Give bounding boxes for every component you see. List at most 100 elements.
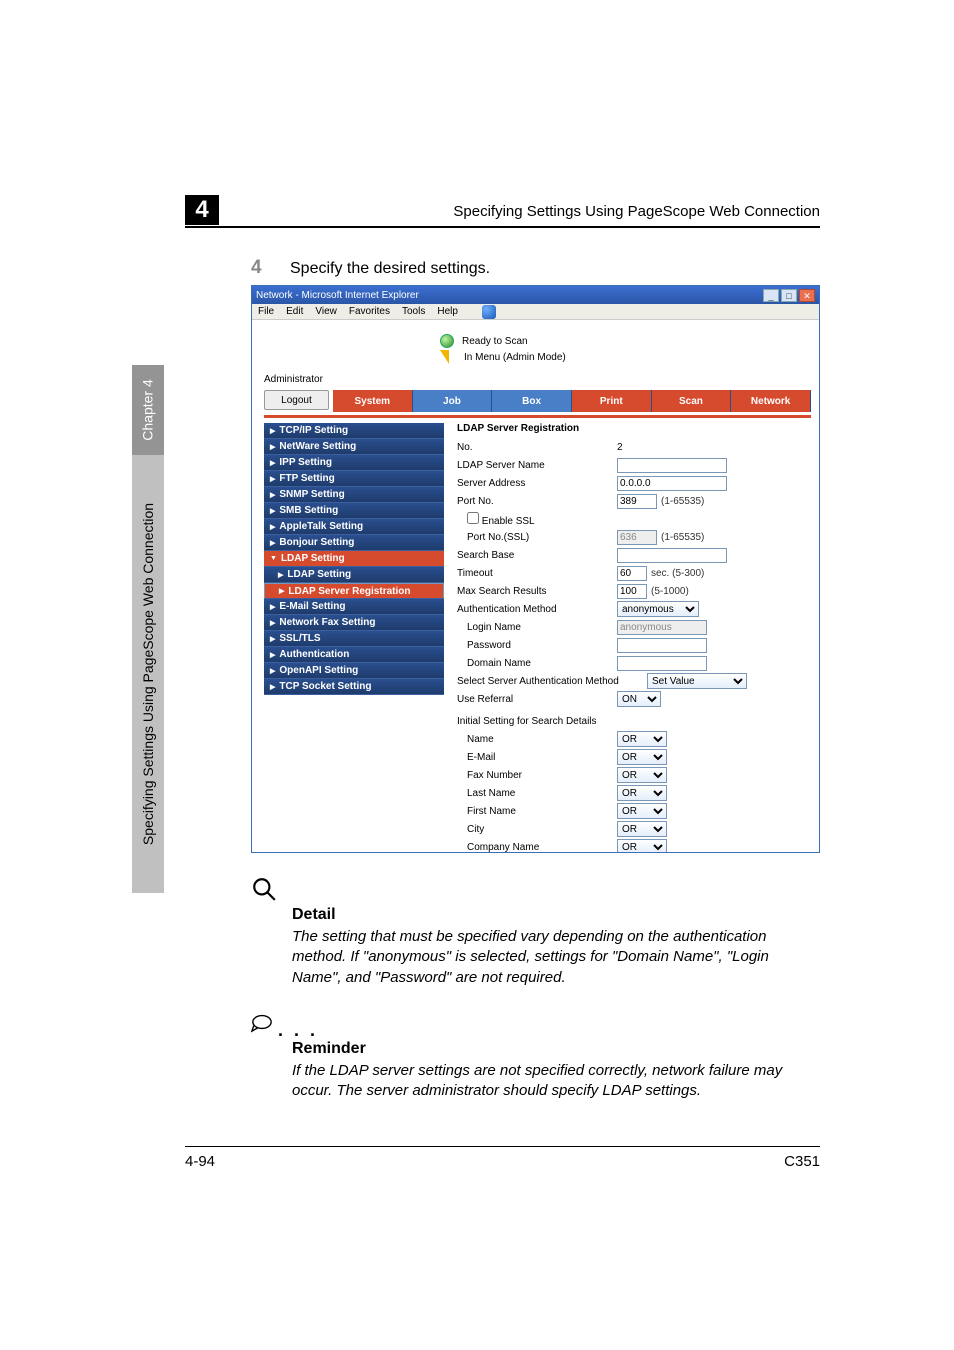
detail-company-select[interactable]: OR bbox=[617, 839, 667, 852]
nav-ssl[interactable]: SSL/TLS bbox=[264, 631, 444, 647]
no-label: No. bbox=[457, 442, 617, 453]
tab-job[interactable]: Job bbox=[413, 390, 493, 412]
reminder-icon bbox=[251, 1011, 277, 1037]
detail-email-select[interactable]: OR bbox=[617, 749, 667, 765]
side-chapter-tab: Chapter 4 bbox=[132, 365, 164, 455]
domain-input[interactable] bbox=[617, 656, 707, 671]
server-addr-input[interactable] bbox=[617, 476, 727, 491]
detail-body: The setting that must be specified vary … bbox=[292, 927, 822, 988]
status-ready-icon bbox=[440, 334, 454, 348]
port-input[interactable] bbox=[617, 494, 657, 509]
detail-name-select[interactable]: OR bbox=[617, 731, 667, 747]
detail-fax-label: Fax Number bbox=[457, 770, 617, 781]
nav-bonjour[interactable]: Bonjour Setting bbox=[264, 535, 444, 551]
detail-firstname-label: First Name bbox=[457, 806, 617, 817]
enable-ssl-label: Enable SSL bbox=[482, 516, 535, 527]
timeout-input[interactable] bbox=[617, 566, 647, 581]
admin-mode-label: Administrator bbox=[264, 374, 323, 385]
port-label: Port No. bbox=[457, 496, 617, 507]
maximize-button[interactable]: □ bbox=[781, 289, 797, 302]
port-ssl-range: (1-65535) bbox=[661, 532, 704, 543]
logout-button[interactable]: Logout bbox=[264, 390, 329, 410]
password-label: Password bbox=[457, 640, 617, 651]
server-name-input[interactable] bbox=[617, 458, 727, 473]
use-referral-label: Use Referral bbox=[457, 694, 617, 705]
detail-city-select[interactable]: OR bbox=[617, 821, 667, 837]
select-auth-select[interactable]: Set Value bbox=[647, 673, 747, 689]
port-range: (1-65535) bbox=[661, 496, 704, 507]
tab-network[interactable]: Network bbox=[731, 390, 811, 412]
nav-netware[interactable]: NetWare Setting bbox=[264, 439, 444, 455]
minimize-button[interactable]: _ bbox=[763, 289, 779, 302]
auth-method-select[interactable]: anonymous bbox=[617, 601, 699, 617]
nav-auth[interactable]: Authentication bbox=[264, 647, 444, 663]
search-base-label: Search Base bbox=[457, 550, 617, 561]
screenshot-window: Network - Microsoft Internet Explorer _ … bbox=[251, 285, 820, 853]
reminder-body: If the LDAP server settings are not spec… bbox=[292, 1061, 822, 1102]
side-nav: TCP/IP Setting NetWare Setting IPP Setti… bbox=[264, 423, 444, 695]
login-name-input bbox=[617, 620, 707, 635]
port-ssl-label: Port No.(SSL) bbox=[457, 532, 617, 543]
menu-favorites[interactable]: Favorites bbox=[349, 306, 390, 317]
no-value: 2 bbox=[617, 442, 623, 453]
password-input[interactable] bbox=[617, 638, 707, 653]
nav-email[interactable]: E-Mail Setting bbox=[264, 599, 444, 615]
detail-email-label: E-Mail bbox=[457, 752, 617, 763]
menu-file[interactable]: File bbox=[258, 306, 274, 317]
menu-help[interactable]: Help bbox=[437, 306, 458, 317]
menu-tools[interactable]: Tools bbox=[402, 306, 425, 317]
nav-ftp[interactable]: FTP Setting bbox=[264, 471, 444, 487]
search-base-input[interactable] bbox=[617, 548, 727, 563]
initial-setting-label: Initial Setting for Search Details bbox=[457, 716, 647, 727]
tab-scan[interactable]: Scan bbox=[652, 390, 732, 412]
nav-tcpip[interactable]: TCP/IP Setting bbox=[264, 423, 444, 439]
magnifier-icon bbox=[251, 876, 277, 902]
step-instruction: Specify the desired settings. bbox=[290, 260, 490, 278]
tab-box[interactable]: Box bbox=[492, 390, 572, 412]
enable-ssl-checkbox[interactable] bbox=[467, 512, 479, 524]
nav-appletalk[interactable]: AppleTalk Setting bbox=[264, 519, 444, 535]
max-results-input[interactable] bbox=[617, 584, 647, 599]
tab-system[interactable]: System bbox=[333, 390, 413, 412]
detail-city-label: City bbox=[457, 824, 617, 835]
nav-ipp[interactable]: IPP Setting bbox=[264, 455, 444, 471]
nav-netfax[interactable]: Network Fax Setting bbox=[264, 615, 444, 631]
status-ready-text: Ready to Scan bbox=[462, 336, 528, 347]
side-section-tab: Specifying Settings Using PageScope Web … bbox=[132, 455, 164, 893]
status-warning-icon bbox=[440, 350, 449, 364]
reminder-heading: Reminder bbox=[292, 1040, 366, 1058]
nav-tcpsocket[interactable]: TCP Socket Setting bbox=[264, 679, 444, 695]
reminder-dots: . . . bbox=[278, 1020, 318, 1041]
tab-print[interactable]: Print bbox=[572, 390, 652, 412]
window-titlebar: Network - Microsoft Internet Explorer _ … bbox=[252, 286, 819, 304]
use-referral-select[interactable]: ON bbox=[617, 691, 661, 707]
device-status: Ready to Scan In Menu (Admin Mode) bbox=[440, 334, 566, 364]
detail-firstname-select[interactable]: OR bbox=[617, 803, 667, 819]
nav-openapi[interactable]: OpenAPI Setting bbox=[264, 663, 444, 679]
nav-ldap-setting[interactable]: LDAP Setting bbox=[264, 567, 444, 583]
close-button[interactable]: ✕ bbox=[799, 289, 815, 302]
max-results-suffix: (5-1000) bbox=[651, 586, 689, 597]
nav-ldap-server-registration[interactable]: LDAP Server Registration bbox=[264, 583, 444, 599]
detail-name-label: Name bbox=[457, 734, 617, 745]
menu-edit[interactable]: Edit bbox=[286, 306, 303, 317]
footer-page-number: 4-94 bbox=[185, 1153, 215, 1170]
server-name-label: LDAP Server Name bbox=[457, 460, 617, 471]
chapter-number-badge: 4 bbox=[185, 195, 219, 225]
menu-view[interactable]: View bbox=[315, 306, 337, 317]
step-number: 4 bbox=[251, 257, 262, 279]
nav-smb[interactable]: SMB Setting bbox=[264, 503, 444, 519]
nav-snmp[interactable]: SNMP Setting bbox=[264, 487, 444, 503]
auth-method-label: Authentication Method bbox=[457, 604, 617, 615]
max-results-label: Max Search Results bbox=[457, 586, 617, 597]
nav-ldap[interactable]: LDAP Setting bbox=[264, 551, 444, 567]
tab-accent-line bbox=[264, 415, 811, 418]
detail-lastname-select[interactable]: OR bbox=[617, 785, 667, 801]
timeout-label: Timeout bbox=[457, 568, 617, 579]
browser-menubar: File Edit View Favorites Tools Help bbox=[252, 304, 819, 320]
footer-model: C351 bbox=[784, 1153, 820, 1170]
status-menu-text: In Menu (Admin Mode) bbox=[464, 352, 566, 363]
timeout-suffix: sec. (5-300) bbox=[651, 568, 704, 579]
detail-fax-select[interactable]: OR bbox=[617, 767, 667, 783]
server-addr-label: Server Address bbox=[457, 478, 617, 489]
